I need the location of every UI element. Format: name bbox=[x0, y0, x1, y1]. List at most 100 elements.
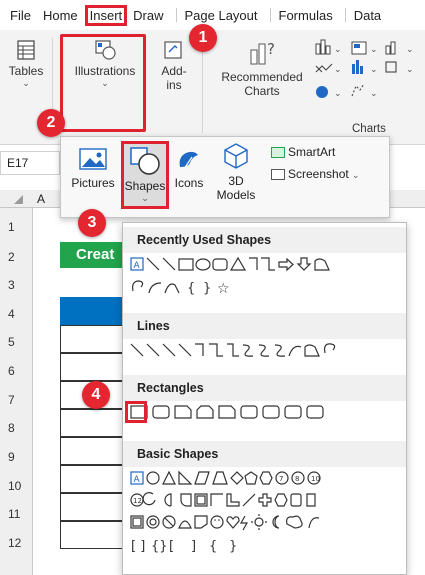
table-header-cell[interactable] bbox=[60, 297, 122, 325]
shapes-menu: Recently Used Shapes A { } ☆ Lines Recta… bbox=[122, 222, 407, 575]
recommended-charts-button[interactable]: ? Recommended Charts bbox=[214, 34, 310, 98]
icons-label: Icons bbox=[174, 176, 204, 190]
illustrations-highlight bbox=[60, 34, 146, 132]
screenshot-icon bbox=[271, 169, 285, 181]
recent-shapes-row[interactable]: A { } ☆ bbox=[129, 255, 399, 299]
row-header[interactable]: 1 bbox=[0, 220, 33, 234]
menu-formulas[interactable]: Formulas bbox=[279, 8, 333, 23]
rectangles-row[interactable] bbox=[129, 403, 399, 423]
row-header[interactable]: 12 bbox=[0, 536, 33, 550]
svg-text:⌄: ⌄ bbox=[406, 65, 414, 75]
3d-models-button[interactable]: 3D Models bbox=[209, 141, 263, 202]
table-cell[interactable] bbox=[60, 521, 122, 549]
title-cell[interactable]: Creat bbox=[60, 242, 122, 268]
svg-text:⌄: ⌄ bbox=[334, 65, 342, 75]
row-header[interactable]: 10 bbox=[0, 479, 33, 493]
menu-data[interactable]: Data bbox=[354, 8, 381, 23]
table-cell[interactable] bbox=[60, 409, 122, 437]
recommended-charts-icon: ? bbox=[250, 40, 275, 65]
chevron-down-icon: ⌄ bbox=[22, 78, 30, 88]
smartart-button[interactable]: SmartArt bbox=[271, 145, 335, 159]
addins-button[interactable]: Add-ins bbox=[156, 34, 192, 92]
screenshot-label: Screenshot bbox=[288, 167, 349, 181]
menu-draw[interactable]: Draw bbox=[133, 8, 163, 23]
svg-text:8: 8 bbox=[295, 475, 299, 483]
section-title-recent: Recently Used Shapes bbox=[137, 233, 272, 247]
addins-label: Add-ins bbox=[161, 64, 187, 92]
menu-page-layout[interactable]: Page Layout bbox=[185, 8, 258, 23]
3d-models-icon bbox=[224, 143, 248, 169]
callout-badge: 3 bbox=[78, 209, 106, 237]
row-header-bar: 1 2 3 4 5 6 7 8 9 10 11 12 bbox=[0, 208, 33, 575]
table-cell[interactable] bbox=[60, 493, 122, 521]
section-title-rectangles: Rectangles bbox=[137, 381, 204, 395]
svg-text:☆: ☆ bbox=[217, 281, 230, 297]
illustrations-menu: Pictures Shapes ⌄ Icons 3D Models SmartA… bbox=[60, 136, 390, 218]
row-header[interactable]: 9 bbox=[0, 450, 33, 464]
table-cell[interactable] bbox=[60, 325, 122, 353]
svg-text:]: ] bbox=[191, 539, 196, 554]
svg-text:{: { bbox=[187, 281, 195, 296]
svg-text:{}: {} bbox=[151, 539, 168, 554]
icons-icon bbox=[179, 151, 198, 170]
svg-text:A: A bbox=[134, 261, 141, 271]
pictures-label: Pictures bbox=[71, 176, 115, 190]
callout-badge: 1 bbox=[189, 24, 217, 52]
chevron-down-icon: ⌄ bbox=[352, 170, 360, 180]
name-box[interactable]: E17 bbox=[0, 151, 60, 175]
charts-group-label: Charts bbox=[352, 123, 386, 135]
row-header[interactable]: 3 bbox=[0, 278, 33, 292]
row-header[interactable]: 11 bbox=[0, 507, 33, 521]
svg-text:A: A bbox=[134, 475, 141, 485]
table-cell[interactable] bbox=[60, 353, 122, 381]
table-icon bbox=[17, 40, 35, 60]
basic-shapes-grid[interactable]: A 7 8 10 12 [ ] {} [ ] { } bbox=[129, 469, 399, 559]
section-title-lines: Lines bbox=[137, 319, 170, 333]
select-all-corner[interactable] bbox=[14, 195, 23, 204]
screenshot-button[interactable]: Screenshot ⌄ bbox=[271, 167, 360, 181]
row-header[interactable]: 6 bbox=[0, 364, 33, 378]
lines-row[interactable] bbox=[129, 341, 399, 361]
icons-button[interactable]: Icons bbox=[171, 147, 207, 190]
recommended-charts-label: Recommended Charts bbox=[221, 70, 303, 98]
menu-separator bbox=[344, 8, 346, 22]
svg-text:{: { bbox=[209, 539, 217, 554]
row-header[interactable]: 2 bbox=[0, 250, 33, 264]
row-header[interactable]: 7 bbox=[0, 393, 33, 407]
pictures-icon bbox=[79, 148, 107, 170]
row-header[interactable]: 5 bbox=[0, 335, 33, 349]
shapes-label: Shapes bbox=[124, 179, 166, 193]
svg-text:⌄: ⌄ bbox=[370, 65, 378, 75]
svg-text:}: } bbox=[203, 281, 211, 296]
row-header[interactable]: 8 bbox=[0, 421, 33, 435]
pictures-button[interactable]: Pictures bbox=[67, 147, 119, 190]
section-title-basic: Basic Shapes bbox=[137, 447, 219, 461]
ribbon-separator bbox=[202, 38, 203, 133]
svg-text:⌄: ⌄ bbox=[370, 89, 378, 99]
svg-text:12: 12 bbox=[133, 497, 142, 505]
shapes-button[interactable]: Shapes ⌄ bbox=[121, 141, 169, 209]
table-cell[interactable] bbox=[60, 465, 122, 493]
column-a-header[interactable]: A bbox=[37, 192, 45, 206]
smartart-icon bbox=[271, 147, 285, 159]
menu-separator bbox=[175, 8, 177, 22]
menu-file[interactable]: File bbox=[10, 8, 31, 23]
svg-text:?: ? bbox=[267, 40, 275, 58]
row-header[interactable]: 4 bbox=[0, 307, 33, 321]
menu-insert[interactable]: Insert bbox=[84, 4, 128, 26]
table-cell[interactable] bbox=[60, 437, 122, 465]
tables-button[interactable]: Tables ⌄ bbox=[6, 34, 46, 89]
svg-text:}: } bbox=[229, 539, 237, 554]
svg-text:⌄: ⌄ bbox=[370, 45, 378, 55]
svg-text:[ ]: [ ] bbox=[131, 539, 145, 554]
tables-label: Tables bbox=[8, 64, 44, 78]
chart-type-icons[interactable]: ⌄ ⌄ ⌄ ⌄ ⌄ ⌄ ⌄ ⌄ bbox=[314, 38, 422, 114]
svg-text:10: 10 bbox=[311, 475, 320, 483]
addins-icon bbox=[164, 41, 182, 59]
rectangle-shape-highlight[interactable] bbox=[125, 401, 147, 423]
svg-text:7: 7 bbox=[279, 475, 283, 483]
svg-text:⌄: ⌄ bbox=[406, 45, 414, 55]
menu-separator bbox=[269, 8, 271, 22]
menu-home[interactable]: Home bbox=[43, 8, 78, 23]
svg-text:⌄: ⌄ bbox=[334, 89, 342, 99]
